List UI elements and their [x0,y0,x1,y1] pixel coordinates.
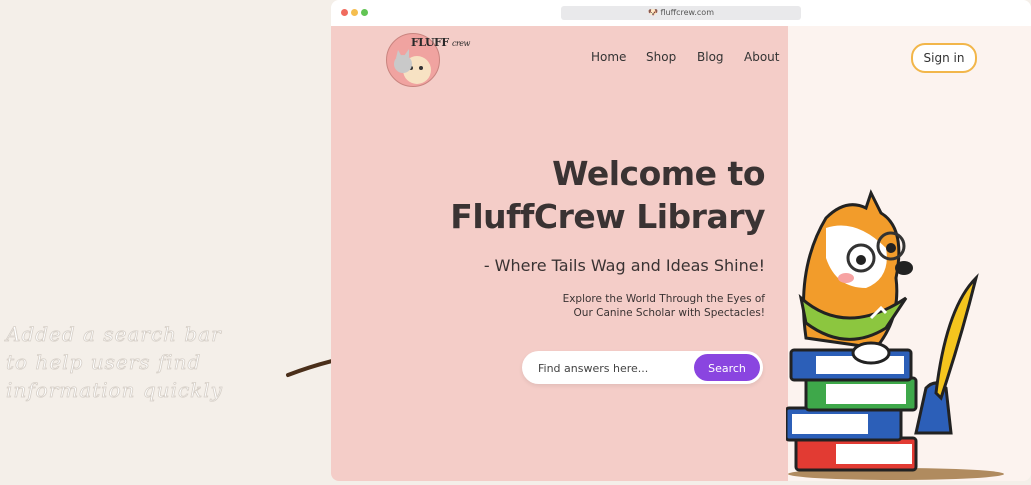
annotation-line-1: Added a search bar [6,322,222,347]
browser-window: 🐶 fluffcrew.com FLUFF crew Home Shop Blo… [331,0,1031,481]
hero-title: Welcome to FluffCrew Library [450,152,765,238]
hero-desc-line-2: Our Canine Scholar with Spectacles! [573,307,765,319]
annotation-line-3: information quickly [6,378,223,403]
hero-title-line-2: FluffCrew Library [450,197,765,236]
sign-in-button[interactable]: Sign in [911,43,977,73]
site-favicon-icon: 🐶 [647,8,658,17]
nav-about[interactable]: About [744,50,779,64]
annotation-line-2: to help users find [6,350,202,375]
hero-panel [331,26,788,481]
maximize-window-dot[interactable] [361,9,368,16]
hero-subtitle: - Where Tails Wag and Ideas Shine! [483,256,765,275]
search-input[interactable] [536,351,690,386]
logo-subtext: crew [452,39,470,48]
search-button[interactable]: Search [694,354,760,381]
dog-scholar-illustration [786,189,1004,480]
hero-desc-line-1: Explore the World Through the Eyes of [562,293,765,305]
address-bar[interactable]: 🐶 fluffcrew.com [561,6,801,20]
search-bar: Search [522,351,763,386]
hero-title-line-1: Welcome to [552,154,765,193]
nav-blog[interactable]: Blog [697,50,724,64]
close-window-dot[interactable] [341,9,348,16]
minimize-window-dot[interactable] [351,9,358,16]
annotation-text: Added a search bar to help users find in… [6,320,276,404]
nav-shop[interactable]: Shop [646,50,676,64]
url-text: fluffcrew.com [660,8,715,17]
browser-chrome: 🐶 fluffcrew.com [331,0,1031,27]
nav-home[interactable]: Home [591,50,626,64]
logo-wordmark: FLUFF [411,36,449,49]
logo-text: FLUFF crew [411,36,470,49]
hero-description: Explore the World Through the Eyes of Ou… [525,292,765,320]
